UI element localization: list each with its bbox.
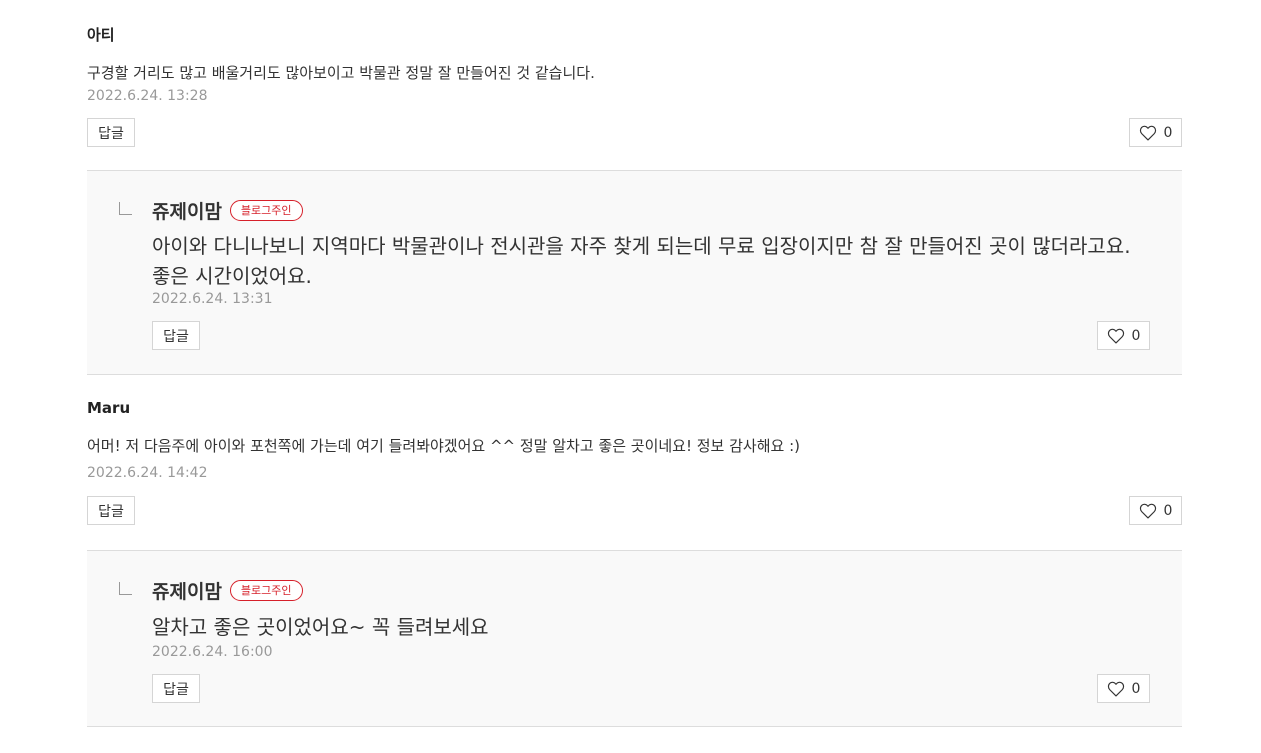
reply-button[interactable]: 답글	[152, 321, 200, 350]
like-button[interactable]: 0	[1129, 496, 1182, 525]
reply-author-row: 쥬제이맘 블로그주인	[152, 577, 303, 604]
heart-outline-icon	[1139, 125, 1156, 140]
comment-date: 2022.6.24. 13:28	[87, 88, 208, 104]
like-button[interactable]: 0	[1097, 321, 1150, 350]
like-button[interactable]: 0	[1129, 118, 1182, 147]
heart-outline-icon	[1107, 328, 1124, 343]
like-count: 0	[1131, 680, 1141, 697]
comment-date: 2022.6.24. 14:42	[87, 465, 208, 481]
reply-button[interactable]: 답글	[87, 496, 135, 525]
comment-text: 어머! 저 다음주에 아이와 포천쪽에 가는데 여기 들려봐야겠어요 ^^ 정말…	[87, 437, 800, 455]
reply-corner-icon	[119, 582, 132, 595]
reply-date: 2022.6.24. 13:31	[152, 291, 273, 307]
reply-corner-icon	[119, 202, 132, 215]
reply-text: 알차고 좋은 곳이었어요~ 꼭 들려보세요	[152, 615, 489, 639]
reply-author[interactable]: 쥬제이맘	[152, 577, 222, 604]
comment-author[interactable]: Maru	[87, 399, 130, 417]
heart-outline-icon	[1139, 503, 1156, 518]
like-count: 0	[1163, 124, 1173, 141]
comment-item: Maru 어머! 저 다음주에 아이와 포천쪽에 가는데 여기 들려봐야겠어요 …	[87, 375, 1182, 551]
reply-text: 아이와 다니나보니 지역마다 박물관이나 전시관을 자주 찾게 되는데 무료 입…	[152, 234, 1131, 288]
comment-text: 구경할 거리도 많고 배울거리도 많아보이고 박물관 정말 잘 만들어진 것 같…	[87, 64, 595, 82]
comment-list: 아티 구경할 거리도 많고 배울거리도 많아보이고 박물관 정말 잘 만들어진 …	[87, 0, 1182, 727]
like-count: 0	[1163, 502, 1173, 519]
blog-owner-badge: 블로그주인	[229, 200, 303, 221]
blog-owner-badge: 블로그주인	[229, 580, 303, 601]
reply-item: 쥬제이맘 블로그주인 알차고 좋은 곳이었어요~ 꼭 들려보세요 2022.6.…	[87, 551, 1182, 727]
reply-item: 쥬제이맘 블로그주인 아이와 다니나보니 지역마다 박물관이나 전시관을 자주 …	[87, 171, 1182, 375]
like-count: 0	[1131, 327, 1141, 344]
reply-button[interactable]: 답글	[152, 674, 200, 703]
like-button[interactable]: 0	[1097, 674, 1150, 703]
reply-author-row: 쥬제이맘 블로그주인	[152, 197, 303, 224]
heart-outline-icon	[1107, 681, 1124, 696]
comment-item: 아티 구경할 거리도 많고 배울거리도 많아보이고 박물관 정말 잘 만들어진 …	[87, 0, 1182, 171]
comment-author[interactable]: 아티	[87, 24, 115, 45]
reply-button[interactable]: 답글	[87, 118, 135, 147]
reply-date: 2022.6.24. 16:00	[152, 644, 273, 660]
reply-author[interactable]: 쥬제이맘	[152, 197, 222, 224]
